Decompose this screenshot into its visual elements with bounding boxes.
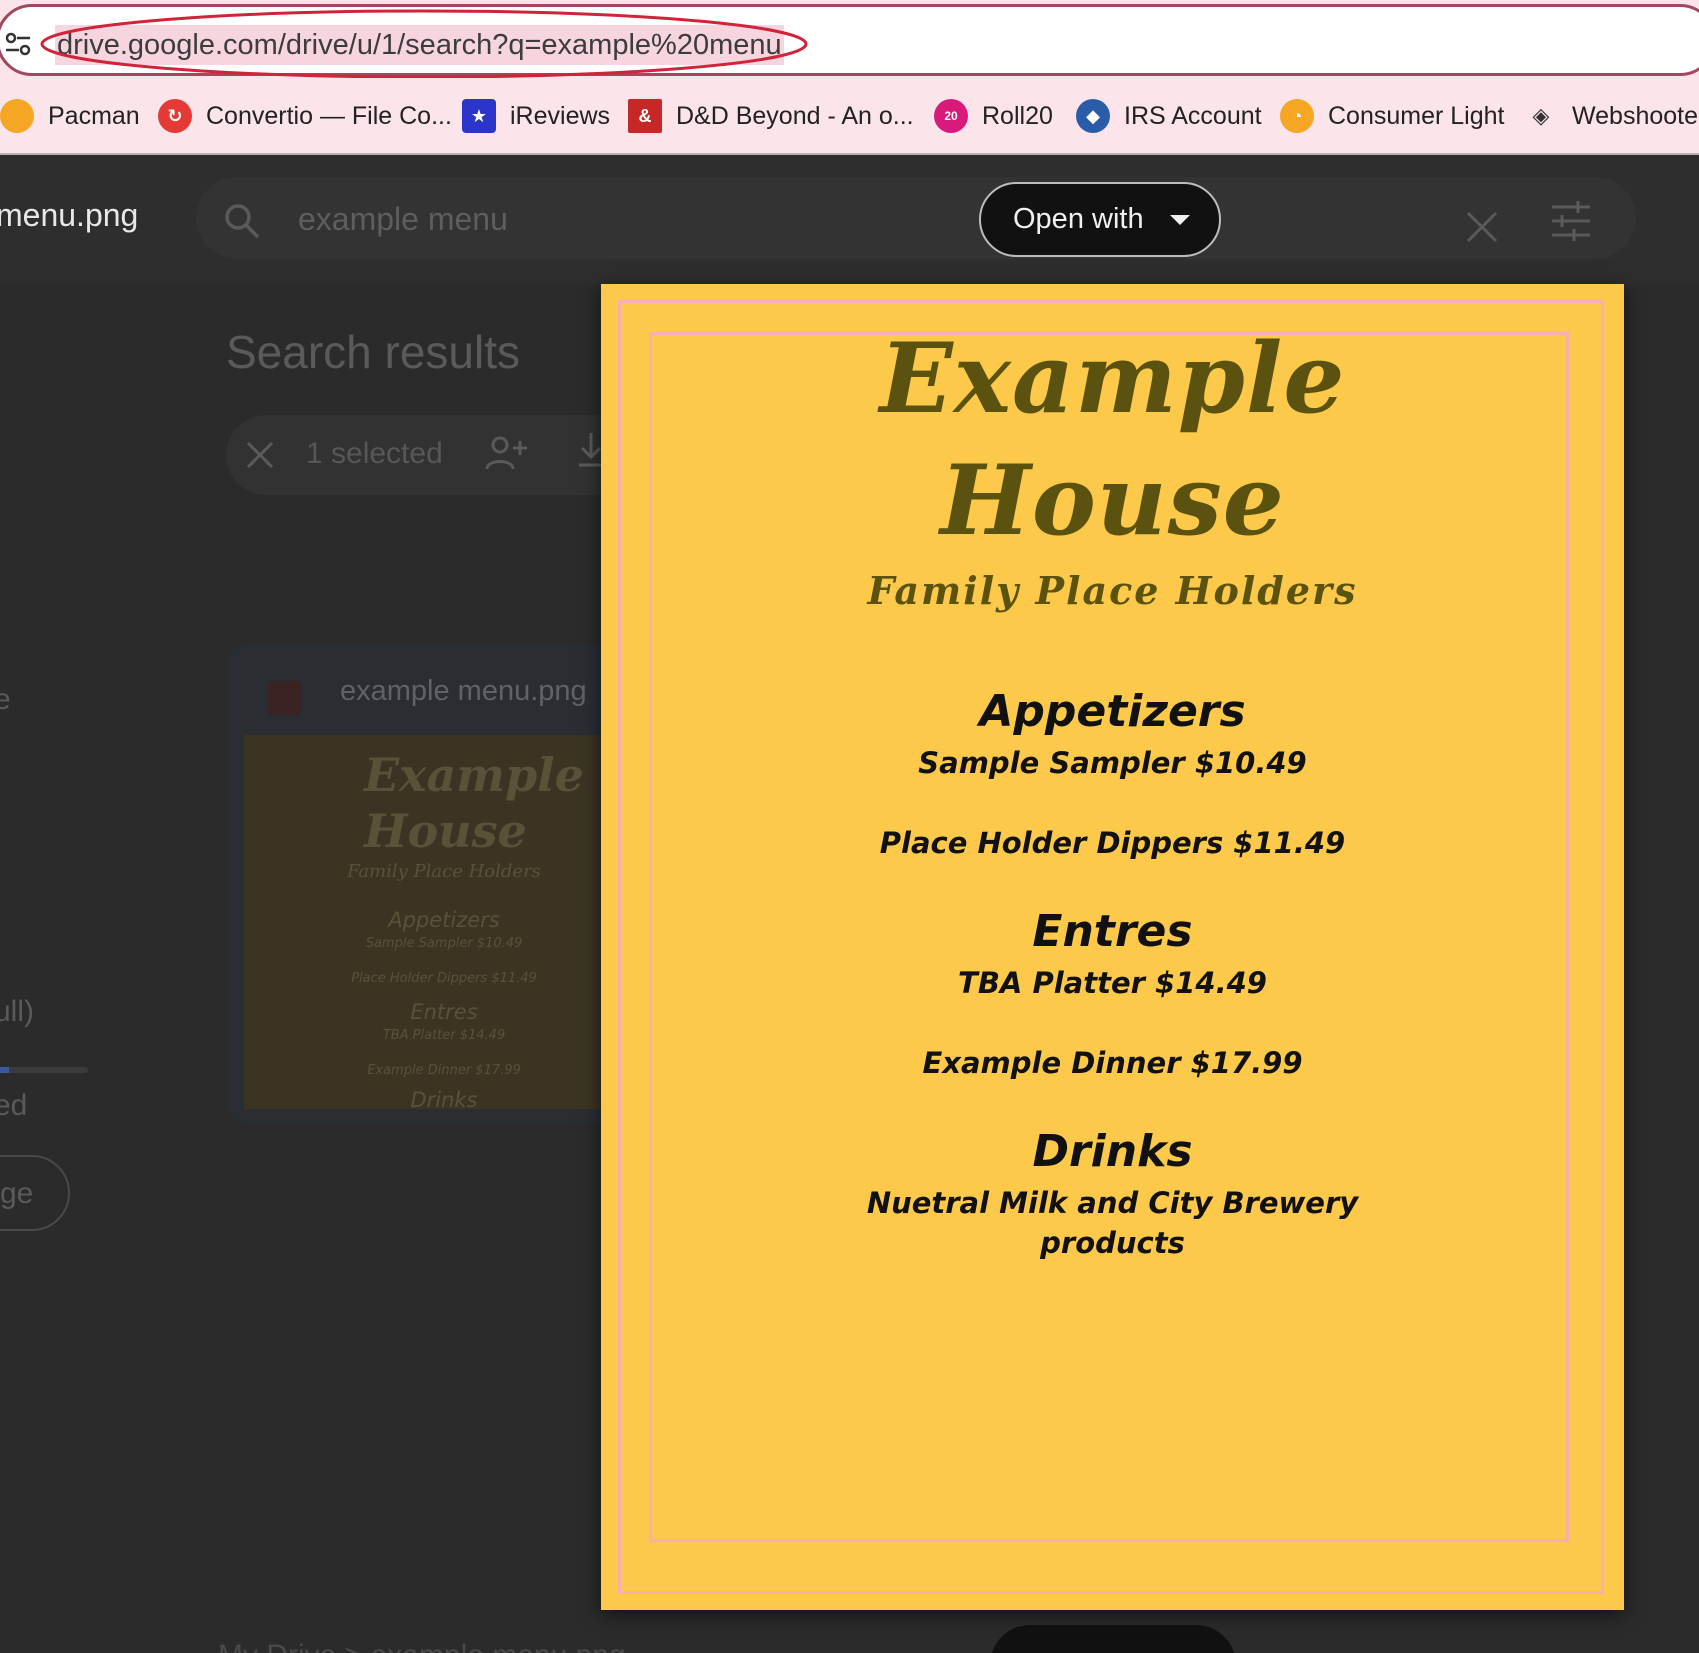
webshooter-icon: ◈ bbox=[1532, 103, 1550, 128]
file-card-name: example menu.png bbox=[340, 675, 587, 707]
breadcrumb: My Drive > example menu.png bbox=[218, 1639, 626, 1653]
site-info-icon[interactable] bbox=[3, 29, 33, 59]
menu-item: TBA Platter $14.49 bbox=[958, 966, 1267, 1000]
bookmarks-bar: Pacman ↻ Convertio — File Co... ★ iRevie… bbox=[0, 78, 1699, 155]
irs-eagle-icon: ◆ bbox=[1076, 99, 1110, 133]
bookmark-roll20[interactable]: 20 Roll20 bbox=[934, 94, 1053, 138]
restaurant-name-line1: Example bbox=[879, 322, 1346, 435]
bookmark-irs-account[interactable]: ◆ IRS Account bbox=[1076, 94, 1262, 138]
open-with-label: Open with bbox=[1013, 203, 1144, 235]
chevron-down-icon bbox=[1169, 214, 1190, 225]
thumbnail-title: Example House bbox=[364, 748, 584, 858]
url-text[interactable]: drive.google.com/drive/u/1/search?q=exam… bbox=[55, 25, 784, 65]
menu-item: Nuetral Milk and City Brewery bbox=[866, 1186, 1359, 1220]
menu-item: products bbox=[1040, 1226, 1185, 1260]
bookmark-consumer-light[interactable]: ◔ Consumer Light bbox=[1280, 94, 1504, 138]
bookmark-label: Pacman bbox=[48, 101, 140, 130]
close-icon[interactable] bbox=[1462, 207, 1502, 247]
sidebar-fragment: ed bbox=[0, 1089, 28, 1122]
bookmark-label: Webshooter bbox=[1572, 101, 1699, 130]
add-person-icon[interactable] bbox=[484, 433, 528, 473]
thumbnail-section-heading: Appetizers bbox=[388, 908, 500, 932]
image-file-icon bbox=[268, 681, 302, 715]
get-storage-label: ge bbox=[0, 1177, 34, 1210]
selected-count: 1 selected bbox=[306, 437, 443, 470]
file-name-title: menu.png bbox=[0, 197, 139, 233]
restaurant-name: Example House bbox=[601, 318, 1624, 562]
bookmark-webshooter[interactable]: ◈ Webshooter bbox=[1524, 94, 1699, 138]
restaurant-name-line2: House bbox=[940, 444, 1285, 557]
storage-usage-fill bbox=[0, 1067, 9, 1073]
search-input[interactable]: example menu bbox=[298, 201, 508, 238]
bookmark-label: Roll20 bbox=[982, 101, 1053, 130]
convertio-icon: ↻ bbox=[158, 99, 192, 133]
search-icon[interactable] bbox=[222, 201, 262, 241]
bookmark-label: D&D Beyond - An o... bbox=[676, 101, 914, 130]
star-badge-icon: ★ bbox=[462, 99, 496, 133]
bookmark-pacman[interactable]: Pacman bbox=[0, 94, 140, 138]
thumbnail-item: Sample Sampler $10.49 bbox=[365, 936, 523, 951]
filter-icon[interactable] bbox=[1548, 199, 1594, 243]
zoom-controls[interactable] bbox=[990, 1625, 1236, 1653]
image-preview: Example House Family Place Holders Appet… bbox=[601, 284, 1624, 1610]
menu-item: Place Holder Dippers $11.49 bbox=[879, 826, 1346, 860]
bookmark-label: IRS Account bbox=[1124, 101, 1262, 130]
thumbnail-item: Example Dinner $17.99 bbox=[367, 1063, 521, 1078]
open-with-button[interactable]: Open with bbox=[979, 182, 1221, 257]
menu-item: Example Dinner $17.99 bbox=[922, 1046, 1303, 1080]
thumbnail-item: TBA Platter $14.49 bbox=[382, 1028, 506, 1043]
omnibox[interactable]: drive.google.com/drive/u/1/search?q=exam… bbox=[0, 4, 1699, 76]
address-bar-row: drive.google.com/drive/u/1/search?q=exam… bbox=[0, 0, 1699, 79]
sidebar-fragment: ull) bbox=[0, 995, 35, 1028]
section-heading-appetizers: Appetizers bbox=[979, 686, 1246, 737]
thumbnail-section-heading: Entres bbox=[410, 1000, 478, 1024]
bookmark-label: Convertio — File Co... bbox=[206, 101, 452, 130]
bookmark-label: iReviews bbox=[510, 101, 611, 130]
bookmark-label: Consumer Light bbox=[1328, 101, 1505, 130]
consumer-light-icon: ◔ bbox=[1280, 99, 1314, 133]
bookmark-convertio[interactable]: ↻ Convertio — File Co... bbox=[158, 94, 452, 138]
dnd-beyond-icon: & bbox=[628, 99, 662, 133]
bookmark-ireviews[interactable]: ★ iReviews bbox=[462, 94, 610, 138]
thumbnail-section-heading: Drinks bbox=[410, 1088, 478, 1109]
section-heading-drinks: Drinks bbox=[1032, 1126, 1193, 1177]
thumbnail-tagline: Family Place Holders bbox=[347, 861, 541, 882]
menu-item: Sample Sampler $10.49 bbox=[918, 746, 1307, 780]
get-storage-button[interactable]: ge bbox=[0, 1155, 70, 1231]
thumbnail-item: Place Holder Dippers $11.49 bbox=[351, 971, 537, 986]
file-thumbnail: Example House Family Place Holders Appet… bbox=[244, 735, 628, 1109]
storage-usage-bar bbox=[0, 1067, 88, 1073]
close-icon[interactable] bbox=[242, 437, 278, 473]
pacman-icon bbox=[0, 99, 34, 133]
search-results-heading: Search results bbox=[226, 326, 521, 378]
d20-icon: 20 bbox=[934, 99, 968, 133]
restaurant-tagline: Family Place Holders bbox=[867, 568, 1358, 613]
section-heading-entres: Entres bbox=[1032, 906, 1193, 957]
sidebar-fragment: e bbox=[0, 683, 11, 716]
bookmark-dnd-beyond[interactable]: & D&D Beyond - An o... bbox=[628, 94, 914, 138]
file-card[interactable]: example menu.png Example House Family Pl… bbox=[228, 645, 628, 1123]
